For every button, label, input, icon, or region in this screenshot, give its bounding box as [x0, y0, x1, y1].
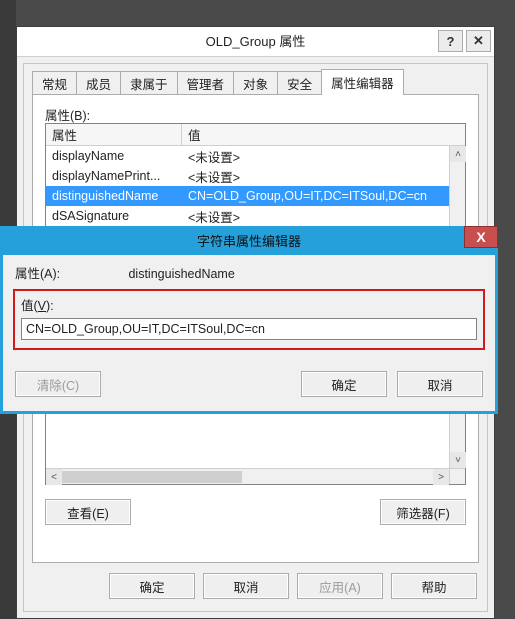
editor-attribute-label: 属性(A): [15, 263, 125, 282]
string-editor-body: 属性(A): distinguishedName 值(V): 清除(C) 确定 … [15, 263, 483, 401]
cell-attribute: displayName [46, 149, 182, 163]
clear-button[interactable]: 清除(C) [15, 371, 101, 397]
ok-button[interactable]: 确定 [109, 573, 195, 599]
scroll-down-icon[interactable]: ˅ [450, 452, 466, 468]
editor-attribute-label-text: 属性(A): [15, 267, 60, 281]
tab-general[interactable]: 常规 [32, 71, 77, 95]
string-editor-titlebar[interactable]: 字符串属性编辑器 X [3, 229, 495, 255]
editor-ok-button[interactable]: 确定 [301, 371, 387, 397]
dialog-footer: 确定 取消 应用(A) 帮助 [24, 569, 487, 603]
properties-title-text: OLD_Group 属性 [17, 27, 494, 57]
cell-value: <未设置> [182, 207, 449, 226]
tab-members[interactable]: 成员 [76, 71, 121, 95]
view-button[interactable]: 查看(E) [45, 499, 131, 525]
scroll-corner [449, 468, 465, 484]
table-row[interactable]: dSASignature<未设置> [46, 206, 449, 226]
scroll-up-icon[interactable]: ˄ [450, 146, 466, 162]
cancel-button[interactable]: 取消 [203, 573, 289, 599]
cell-value: <未设置> [182, 147, 449, 166]
scroll-thumb[interactable] [62, 471, 242, 483]
tab-attribute-editor[interactable]: 属性编辑器 [321, 69, 404, 95]
properties-titlebar[interactable]: OLD_Group 属性 ? ✕ [17, 27, 494, 57]
col-attribute[interactable]: 属性 [46, 124, 182, 145]
apply-button[interactable]: 应用(A) [297, 573, 383, 599]
editor-value-input[interactable] [21, 318, 477, 340]
tab-object[interactable]: 对象 [233, 71, 278, 95]
editor-value-label: 值(V): [21, 295, 477, 314]
attributes-label: 属性(B): [45, 105, 90, 124]
cell-attribute: dSASignature [46, 209, 182, 223]
grid-button-row: 查看(E) 筛选器(F) [45, 495, 466, 529]
string-editor-title-text: 字符串属性编辑器 [3, 229, 495, 255]
horizontal-scrollbar[interactable]: ˂ ˃ [46, 468, 449, 484]
table-row[interactable]: displayNamePrint...<未设置> [46, 166, 449, 186]
editor-cancel-button[interactable]: 取消 [397, 371, 483, 397]
cell-attribute: distinguishedName [46, 189, 182, 203]
string-editor-dialog: 字符串属性编辑器 X 属性(A): distinguishedName 值(V)… [0, 226, 498, 414]
tab-managedby[interactable]: 管理者 [177, 71, 235, 95]
grid-header: 属性 值 [46, 124, 465, 146]
tab-row: 常规 成员 隶属于 管理者 对象 安全 属性编辑器 [32, 70, 479, 95]
scroll-right-icon[interactable]: ˃ [433, 469, 449, 485]
cell-value: CN=OLD_Group,OU=IT,DC=ITSoul,DC=cn [182, 189, 449, 203]
scroll-left-icon[interactable]: ˂ [46, 469, 62, 485]
help-button[interactable]: ? [438, 30, 463, 52]
col-value[interactable]: 值 [182, 124, 449, 145]
tab-security[interactable]: 安全 [277, 71, 322, 95]
string-editor-close-button[interactable]: X [464, 226, 498, 248]
highlight-box: 值(V): [13, 289, 485, 350]
editor-attribute-value: distinguishedName [128, 267, 234, 281]
table-row[interactable]: distinguishedNameCN=OLD_Group,OU=IT,DC=I… [46, 186, 449, 206]
tab-memberof[interactable]: 隶属于 [120, 71, 178, 95]
help-dialog-button[interactable]: 帮助 [391, 573, 477, 599]
table-row[interactable]: displayName<未设置> [46, 146, 449, 166]
close-button[interactable]: ✕ [466, 30, 491, 52]
filter-button[interactable]: 筛选器(F) [380, 499, 466, 525]
editor-attribute-row: 属性(A): distinguishedName [15, 263, 483, 282]
cell-attribute: displayNamePrint... [46, 169, 182, 183]
cell-value: <未设置> [182, 167, 449, 186]
editor-footer: 清除(C) 确定 取消 [15, 369, 483, 399]
